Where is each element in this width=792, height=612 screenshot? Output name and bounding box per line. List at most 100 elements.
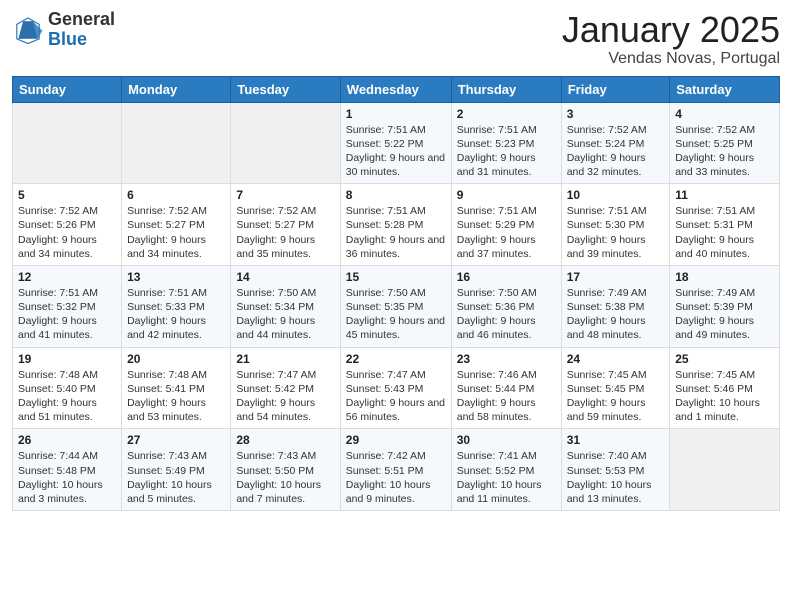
calendar-week-2: 5 Sunrise: 7:52 AM Sunset: 5:26 PM Daylig… — [13, 184, 780, 266]
day-number: 29 — [346, 433, 446, 447]
calendar-cell: 15 Sunrise: 7:50 AM Sunset: 5:35 PM Dayli… — [340, 265, 451, 347]
calendar-cell: 3 Sunrise: 7:52 AM Sunset: 5:24 PM Daylig… — [561, 102, 670, 184]
day-content: Sunrise: 7:51 AM Sunset: 5:32 PM Dayligh… — [18, 286, 116, 343]
calendar-cell: 10 Sunrise: 7:51 AM Sunset: 5:30 PM Dayli… — [561, 184, 670, 266]
logo-blue-text: Blue — [48, 30, 115, 50]
calendar-location: Vendas Novas, Portugal — [562, 50, 780, 68]
day-content: Sunrise: 7:51 AM Sunset: 5:31 PM Dayligh… — [675, 204, 774, 261]
calendar-cell: 1Sunrise: 7:51 AM Sunset: 5:22 PM Daylig… — [340, 102, 451, 184]
day-content: Sunrise: 7:45 AM Sunset: 5:46 PM Dayligh… — [675, 368, 774, 425]
day-content: Sunrise: 7:48 AM Sunset: 5:41 PM Dayligh… — [127, 368, 225, 425]
calendar-cell: 25Sunrise: 7:45 AM Sunset: 5:46 PM Dayli… — [670, 347, 780, 429]
day-content: Sunrise: 7:47 AM Sunset: 5:42 PM Dayligh… — [236, 368, 334, 425]
day-number: 14 — [236, 270, 334, 284]
header: General Blue January 2025 Vendas Novas, … — [12, 10, 780, 68]
calendar-cell: 8Sunrise: 7:51 AM Sunset: 5:28 PM Daylig… — [340, 184, 451, 266]
calendar-week-4: 19 Sunrise: 7:48 AM Sunset: 5:40 PM Dayli… — [13, 347, 780, 429]
day-number: 26 — [18, 433, 116, 447]
day-content: Sunrise: 7:50 AM Sunset: 5:36 PM Dayligh… — [457, 286, 556, 343]
weekday-header-thursday: Thursday — [451, 76, 561, 102]
day-content: Sunrise: 7:42 AM Sunset: 5:51 PM Dayligh… — [346, 449, 446, 506]
weekday-header-sunday: Sunday — [13, 76, 122, 102]
calendar-cell: 2Sunrise: 7:51 AM Sunset: 5:23 PM Daylig… — [451, 102, 561, 184]
calendar-cell: 20 Sunrise: 7:48 AM Sunset: 5:41 PM Dayli… — [122, 347, 231, 429]
calendar-cell: 9 Sunrise: 7:51 AM Sunset: 5:29 PM Daylig… — [451, 184, 561, 266]
title-block: January 2025 Vendas Novas, Portugal — [562, 10, 780, 68]
day-content: Sunrise: 7:52 AM Sunset: 5:27 PM Dayligh… — [236, 204, 334, 261]
day-content: Sunrise: 7:51 AM Sunset: 5:22 PM Dayligh… — [346, 123, 446, 180]
calendar-cell: 24 Sunrise: 7:45 AM Sunset: 5:45 PM Dayli… — [561, 347, 670, 429]
calendar-cell: 4 Sunrise: 7:52 AM Sunset: 5:25 PM Daylig… — [670, 102, 780, 184]
day-number: 9 — [457, 188, 556, 202]
weekday-header-tuesday: Tuesday — [231, 76, 340, 102]
day-number: 10 — [567, 188, 665, 202]
weekday-header-wednesday: Wednesday — [340, 76, 451, 102]
day-number: 21 — [236, 352, 334, 366]
day-number: 22 — [346, 352, 446, 366]
calendar-cell — [231, 102, 340, 184]
calendar-cell: 18Sunrise: 7:49 AM Sunset: 5:39 PM Dayli… — [670, 265, 780, 347]
day-number: 12 — [18, 270, 116, 284]
logo-text: General Blue — [48, 10, 115, 50]
calendar-cell — [13, 102, 122, 184]
day-content: Sunrise: 7:52 AM Sunset: 5:25 PM Dayligh… — [675, 123, 774, 180]
day-number: 31 — [567, 433, 665, 447]
calendar-cell: 12 Sunrise: 7:51 AM Sunset: 5:32 PM Dayli… — [13, 265, 122, 347]
weekday-header-saturday: Saturday — [670, 76, 780, 102]
day-number: 24 — [567, 352, 665, 366]
weekday-header-monday: Monday — [122, 76, 231, 102]
day-number: 30 — [457, 433, 556, 447]
day-number: 17 — [567, 270, 665, 284]
weekday-header-row: SundayMondayTuesdayWednesdayThursdayFrid… — [13, 76, 780, 102]
day-content: Sunrise: 7:51 AM Sunset: 5:30 PM Dayligh… — [567, 204, 665, 261]
day-content: Sunrise: 7:51 AM Sunset: 5:28 PM Dayligh… — [346, 204, 446, 261]
day-content: Sunrise: 7:41 AM Sunset: 5:52 PM Dayligh… — [457, 449, 556, 506]
day-number: 18 — [675, 270, 774, 284]
day-content: Sunrise: 7:50 AM Sunset: 5:34 PM Dayligh… — [236, 286, 334, 343]
day-number: 16 — [457, 270, 556, 284]
day-number: 19 — [18, 352, 116, 366]
calendar-cell — [670, 429, 780, 511]
day-number: 23 — [457, 352, 556, 366]
calendar-title: January 2025 — [562, 10, 780, 50]
day-number: 2 — [457, 107, 556, 121]
day-content: Sunrise: 7:47 AM Sunset: 5:43 PM Dayligh… — [346, 368, 446, 425]
day-number: 28 — [236, 433, 334, 447]
day-number: 7 — [236, 188, 334, 202]
logo-icon — [12, 16, 44, 44]
calendar-cell: 23 Sunrise: 7:46 AM Sunset: 5:44 PM Dayli… — [451, 347, 561, 429]
day-content: Sunrise: 7:51 AM Sunset: 5:29 PM Dayligh… — [457, 204, 556, 261]
calendar-cell: 22 Sunrise: 7:47 AM Sunset: 5:43 PM Dayli… — [340, 347, 451, 429]
calendar-cell: 31 Sunrise: 7:40 AM Sunset: 5:53 PM Dayli… — [561, 429, 670, 511]
day-number: 11 — [675, 188, 774, 202]
calendar-table: SundayMondayTuesdayWednesdayThursdayFrid… — [12, 76, 780, 511]
calendar-cell: 14 Sunrise: 7:50 AM Sunset: 5:34 PM Dayli… — [231, 265, 340, 347]
calendar-cell: 26 Sunrise: 7:44 AM Sunset: 5:48 PM Dayli… — [13, 429, 122, 511]
calendar-cell: 11 Sunrise: 7:51 AM Sunset: 5:31 PM Dayli… — [670, 184, 780, 266]
day-content: Sunrise: 7:44 AM Sunset: 5:48 PM Dayligh… — [18, 449, 116, 506]
day-content: Sunrise: 7:40 AM Sunset: 5:53 PM Dayligh… — [567, 449, 665, 506]
calendar-week-3: 12 Sunrise: 7:51 AM Sunset: 5:32 PM Dayli… — [13, 265, 780, 347]
calendar-cell: 6Sunrise: 7:52 AM Sunset: 5:27 PM Daylig… — [122, 184, 231, 266]
calendar-cell — [122, 102, 231, 184]
day-content: Sunrise: 7:52 AM Sunset: 5:24 PM Dayligh… — [567, 123, 665, 180]
day-number: 3 — [567, 107, 665, 121]
day-number: 6 — [127, 188, 225, 202]
day-number: 5 — [18, 188, 116, 202]
calendar-cell: 7 Sunrise: 7:52 AM Sunset: 5:27 PM Daylig… — [231, 184, 340, 266]
day-content: Sunrise: 7:51 AM Sunset: 5:33 PM Dayligh… — [127, 286, 225, 343]
calendar-cell: 29 Sunrise: 7:42 AM Sunset: 5:51 PM Dayli… — [340, 429, 451, 511]
day-number: 15 — [346, 270, 446, 284]
logo: General Blue — [12, 10, 115, 50]
day-content: Sunrise: 7:52 AM Sunset: 5:26 PM Dayligh… — [18, 204, 116, 261]
day-content: Sunrise: 7:50 AM Sunset: 5:35 PM Dayligh… — [346, 286, 446, 343]
day-content: Sunrise: 7:46 AM Sunset: 5:44 PM Dayligh… — [457, 368, 556, 425]
day-number: 20 — [127, 352, 225, 366]
day-content: Sunrise: 7:45 AM Sunset: 5:45 PM Dayligh… — [567, 368, 665, 425]
calendar-week-1: 1Sunrise: 7:51 AM Sunset: 5:22 PM Daylig… — [13, 102, 780, 184]
day-content: Sunrise: 7:48 AM Sunset: 5:40 PM Dayligh… — [18, 368, 116, 425]
day-number: 4 — [675, 107, 774, 121]
day-number: 13 — [127, 270, 225, 284]
calendar-cell: 17Sunrise: 7:49 AM Sunset: 5:38 PM Dayli… — [561, 265, 670, 347]
calendar-cell: 27Sunrise: 7:43 AM Sunset: 5:49 PM Dayli… — [122, 429, 231, 511]
